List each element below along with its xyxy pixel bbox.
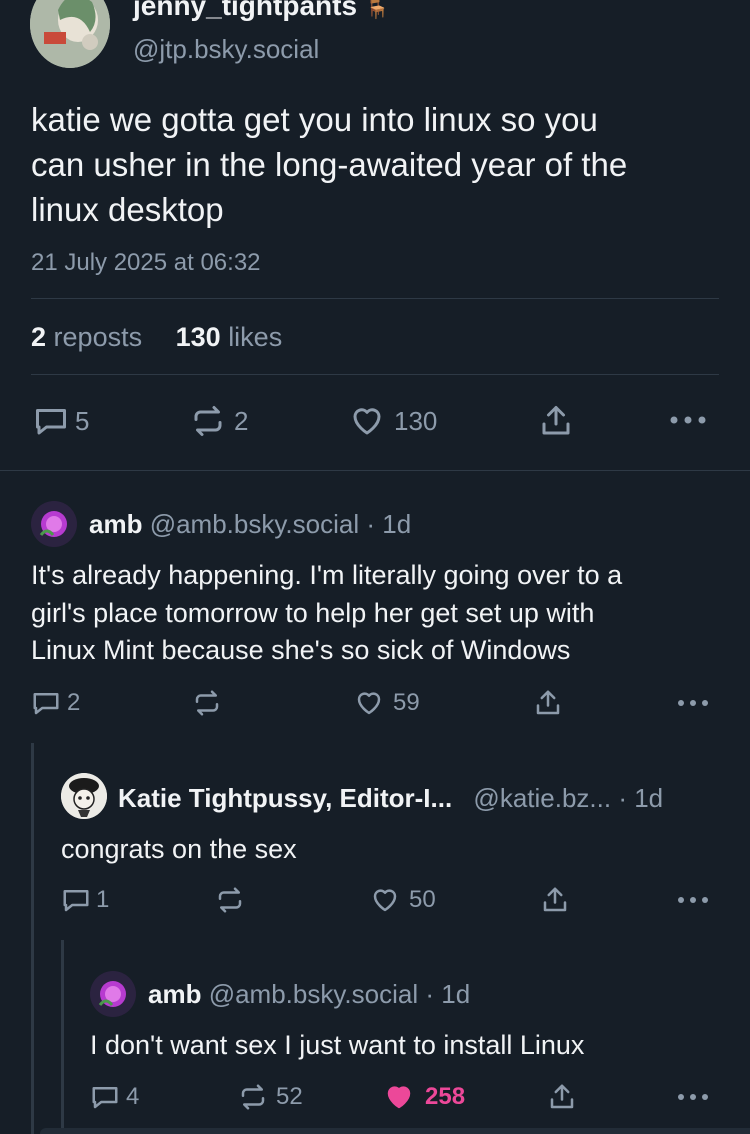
likes-stat-count: 130 [175, 322, 221, 352]
chair-emoji: 🪑 [364, 0, 390, 20]
heart-icon [369, 885, 401, 915]
post-text-line: can usher in the long-awaited year of th… [31, 146, 628, 183]
reply-button[interactable]: 5 [33, 403, 89, 439]
likes-stat[interactable]: 130 likes [176, 322, 283, 352]
reply-count: 2 [67, 689, 81, 716]
divider [0, 470, 750, 471]
author-avatar[interactable] [30, 0, 110, 68]
more-options-icon[interactable] [676, 695, 710, 711]
like-count: 130 [394, 405, 438, 436]
like-button[interactable]: 59 [353, 688, 420, 718]
divider [31, 374, 719, 375]
reply-count: 5 [75, 405, 90, 436]
next-item-edge [40, 1128, 750, 1134]
reposts-stat-count: 2 [31, 322, 47, 352]
like-button[interactable]: 50 [369, 885, 436, 915]
reply-age: · 1d [618, 783, 664, 813]
reply-text-line: congrats on the sex [61, 834, 297, 864]
reply-display-name[interactable]: amb [148, 979, 201, 1009]
reply-count: 4 [126, 1083, 140, 1110]
reply-avatar[interactable] [31, 501, 77, 547]
reply-handle[interactable]: @katie.bz... [473, 783, 611, 813]
repost-icon [238, 1082, 268, 1112]
share-icon[interactable] [547, 1082, 577, 1112]
thread-line [31, 743, 34, 1134]
repost-button[interactable]: 2 [190, 403, 248, 439]
reply-button[interactable]: 4 [90, 1082, 139, 1112]
post-timestamp: 21 July 2025 at 06:32 [31, 249, 261, 276]
reply-age: · 1d [366, 509, 412, 539]
heart-icon [353, 688, 385, 718]
reply-age: · 1d [425, 979, 471, 1009]
repost-count: 2 [234, 405, 249, 436]
more-options-icon[interactable] [676, 892, 710, 908]
like-count: 258 [425, 1083, 466, 1110]
author-display-name[interactable]: jenny_tightpants [133, 0, 357, 21]
reply-count: 1 [96, 886, 110, 913]
reposts-stat-label: reposts [53, 322, 143, 352]
repost-icon [190, 403, 226, 439]
post-text-line: linux desktop [31, 191, 224, 228]
post-stats: 2 reposts 130 likes [31, 322, 282, 353]
divider [31, 298, 719, 299]
reposts-stat[interactable]: 2 reposts [31, 322, 150, 352]
reply-text: I don't want sex I just want to install … [90, 1027, 584, 1065]
reply-text-line: girl's place tomorrow to help her get se… [31, 597, 595, 628]
like-count: 59 [393, 689, 420, 716]
reply-display-name[interactable]: amb [89, 509, 142, 539]
repost-icon[interactable] [192, 688, 222, 718]
heart-icon [348, 403, 386, 439]
likes-stat-label: likes [228, 322, 283, 352]
reply-icon [33, 403, 69, 439]
heart-filled-icon [383, 1082, 415, 1112]
author-name-row[interactable]: jenny_tightpants 🪑 [133, 0, 390, 22]
reply-icon [31, 688, 61, 718]
reply-text: It's already happening. I'm literally go… [31, 557, 622, 670]
share-icon[interactable] [540, 885, 570, 915]
repost-button[interactable]: 52 [238, 1082, 303, 1112]
reply-handle[interactable]: @amb.bsky.social [150, 509, 359, 539]
more-options-icon[interactable] [676, 1089, 710, 1105]
like-button[interactable]: 258 [383, 1082, 465, 1112]
reply-button[interactable]: 1 [61, 885, 109, 915]
reply-icon [90, 1082, 120, 1112]
reply-text-line: It's already happening. I'm literally go… [31, 560, 623, 590]
post-text: katie we gotta get you into linux so you… [31, 97, 627, 232]
reply-avatar[interactable] [61, 773, 107, 819]
repost-icon[interactable] [215, 885, 245, 915]
more-options-icon[interactable] [668, 410, 708, 430]
reply-text-line: Linux Mint because she's so sick of Wind… [31, 635, 571, 665]
reply-handle[interactable]: @amb.bsky.social [209, 979, 418, 1009]
reply-header: Katie Tightpussy, Editor-I... @katie.bz.… [118, 783, 663, 814]
repost-count: 52 [276, 1083, 303, 1110]
thread-line [61, 940, 64, 1134]
like-count: 50 [409, 886, 436, 913]
reply-text: congrats on the sex [61, 831, 297, 869]
reply-avatar[interactable] [90, 971, 136, 1017]
like-button[interactable]: 130 [348, 403, 437, 439]
share-icon[interactable] [538, 403, 574, 439]
reply-text-line: I don't want sex I just want to install … [90, 1030, 585, 1060]
reply-header: amb @amb.bsky.social · 1d [148, 979, 470, 1010]
share-icon[interactable] [533, 688, 563, 718]
author-handle[interactable]: @jtp.bsky.social [133, 34, 319, 65]
reply-display-name[interactable]: Katie Tightpussy, Editor-I... [118, 783, 452, 813]
reply-button[interactable]: 2 [31, 688, 80, 718]
reply-header: amb @amb.bsky.social · 1d [89, 509, 411, 540]
post-text-line: katie we gotta get you into linux so you [31, 101, 598, 138]
reply-icon [61, 885, 91, 915]
